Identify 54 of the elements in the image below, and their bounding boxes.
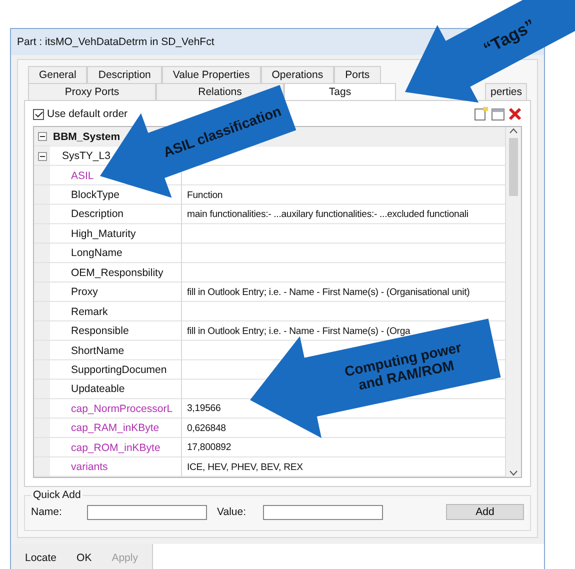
window-title: Part : itsMO_VehDataDetrm in SD_VehFct xyxy=(17,36,214,48)
dialog-button[interactable]: Locate xyxy=(17,549,65,567)
tag-value[interactable]: fill in Outlook Entry; i.e. - Name - First Name(s) - (Organisational unit) xyxy=(187,286,470,298)
tag-name[interactable]: Description xyxy=(71,208,124,220)
scroll-down-icon[interactable] xyxy=(509,469,518,477)
tag-value[interactable]: ICE, HEV, PHEV, BEV, REX xyxy=(187,462,303,473)
tag-name[interactable]: Remark xyxy=(71,306,108,318)
tab[interactable]: Proxy Ports xyxy=(28,83,156,100)
tab[interactable]: Ports xyxy=(334,66,381,83)
expand-toggle[interactable] xyxy=(38,132,46,142)
tag-name[interactable]: ASIL xyxy=(71,170,94,182)
tag-name[interactable]: LongName xyxy=(71,247,122,260)
tag-name[interactable]: BlockType xyxy=(71,189,120,202)
table-icon[interactable] xyxy=(491,107,505,121)
tag-name[interactable]: High_Maturity xyxy=(71,228,136,240)
tag-name[interactable]: variants xyxy=(71,461,108,474)
tag-name[interactable]: cap_RAM_inKByte xyxy=(71,422,160,434)
tag-name[interactable]: cap_ROM_inKByte xyxy=(71,442,160,454)
scrollbar[interactable] xyxy=(505,127,521,477)
scrollbar-thumb[interactable] xyxy=(509,138,518,196)
tag-value[interactable]: fill in Outlook Entry; i.e. - Name - First Name(s) - (Orga xyxy=(187,326,410,337)
name-label: Name: xyxy=(31,506,63,518)
expand-toggle[interactable] xyxy=(38,152,46,161)
tab[interactable]: Value Properties xyxy=(162,66,261,83)
value-label: Value: xyxy=(217,506,247,518)
tab[interactable]: perties xyxy=(485,83,527,100)
tab[interactable]: Description xyxy=(87,66,162,83)
tag-value[interactable]: 3,19566 xyxy=(187,403,221,414)
tab[interactable]: Tags xyxy=(284,83,396,100)
tag-name[interactable]: ShortName xyxy=(71,344,124,357)
tag-name[interactable]: Updateable xyxy=(71,383,125,396)
tag-value[interactable]: main functionalities:- ...auxilary functionalities:- ...excluded functionali xyxy=(187,208,468,220)
tree-group-name[interactable]: BBM_System xyxy=(53,130,120,143)
checkbox-label: Use default order xyxy=(47,108,128,120)
new-item-icon[interactable] xyxy=(474,107,488,121)
tag-value[interactable]: 17,800892 xyxy=(187,442,232,454)
dialog-button[interactable]: OK xyxy=(68,549,100,567)
tab[interactable]: General xyxy=(28,66,88,83)
name-field[interactable] xyxy=(87,504,207,520)
tag-value[interactable]: 0,626848 xyxy=(187,422,226,434)
add-button[interactable]: Add xyxy=(446,504,524,520)
tag-name[interactable]: Responsible xyxy=(71,325,129,338)
group-title: Quick Add xyxy=(31,489,83,501)
tree-group-name[interactable]: SysTY_L3 xyxy=(62,150,110,162)
tag-name[interactable]: OEM_Responsbility xyxy=(71,266,164,279)
tag-name[interactable]: SupportingDocumen xyxy=(71,364,167,376)
tag-value[interactable]: Function xyxy=(187,190,223,201)
scroll-up-icon[interactable] xyxy=(509,127,518,135)
checkbox[interactable] xyxy=(33,108,44,120)
tab[interactable]: Operations xyxy=(260,66,334,83)
value-field[interactable] xyxy=(263,504,383,520)
delete-icon[interactable] xyxy=(508,107,522,121)
tag-name[interactable]: Proxy xyxy=(71,286,98,298)
tag-name[interactable]: cap_NormProcessorL xyxy=(71,402,173,415)
